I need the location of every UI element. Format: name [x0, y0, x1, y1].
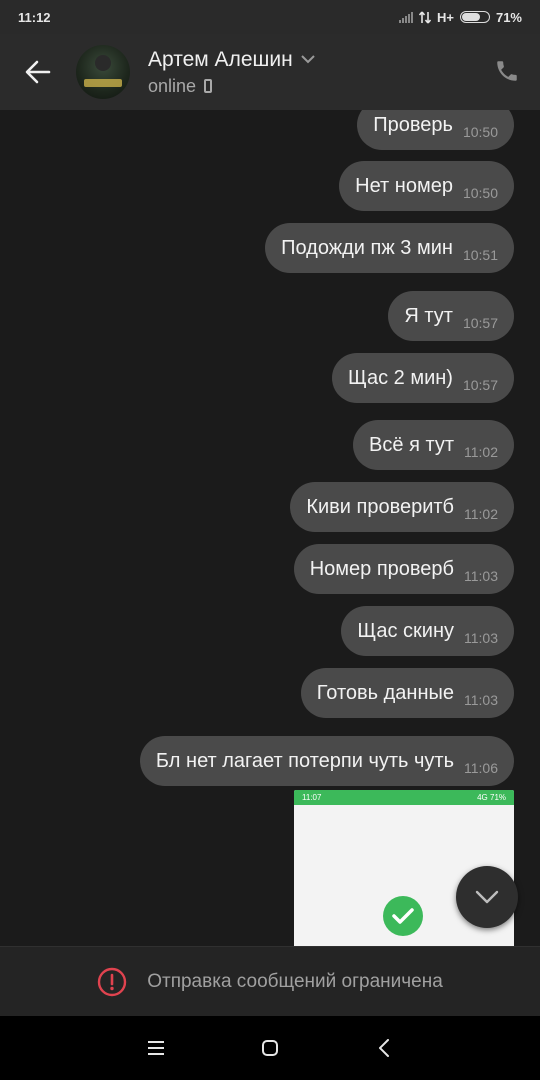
contact-info[interactable]: Артем Алешин online: [148, 48, 315, 97]
message-bubble[interactable]: Подожди пж 3 мин 10:51: [265, 223, 514, 273]
contact-status: online: [148, 76, 315, 97]
message-bubble[interactable]: Номер проверб 11:03: [293, 544, 514, 594]
status-bar: 11:12 H+ 71%: [0, 0, 540, 34]
message-bubble[interactable]: Всё я тут 11:02: [353, 420, 514, 470]
message-text: Щас 2 мин): [347, 366, 453, 389]
message-bubble[interactable]: Киви проверитб 11:02: [290, 482, 514, 532]
message-time: 10:51: [462, 247, 498, 263]
message-time: 10:57: [462, 377, 498, 393]
message-time: 10:57: [462, 315, 498, 331]
status-time: 11:12: [18, 9, 51, 25]
menu-icon: [148, 1041, 164, 1055]
message-bubble[interactable]: Готовь данные 11:03: [300, 668, 514, 718]
menu-button[interactable]: [144, 1036, 168, 1060]
message-bubble[interactable]: Я тут 10:57: [388, 291, 514, 341]
system-back-button[interactable]: [372, 1036, 396, 1060]
message-bubble[interactable]: Проверь 10:50: [357, 110, 514, 150]
system-navigation-bar: [0, 1016, 540, 1080]
screenshot-status-bar: 11:07 4G 71%: [294, 790, 514, 805]
chevron-down-icon: [300, 55, 315, 64]
message-time: 11:03: [464, 692, 498, 708]
signal-strength-icon: [398, 11, 413, 23]
network-type: H+: [436, 9, 454, 25]
message-list[interactable]: Проверь 10:50 Нет номер 10:50 Подожди пж…: [0, 110, 540, 946]
battery-percent: 71%: [495, 9, 522, 25]
message-text: Бл нет лагает потерпи чуть чуть: [155, 749, 454, 772]
exclamation-circle-icon: [98, 967, 127, 996]
home-button[interactable]: [258, 1036, 282, 1060]
message-time: 11:03: [464, 630, 498, 646]
battery-icon: [459, 11, 490, 23]
message-text: Нет номер: [355, 174, 453, 197]
message-text: Готовь данные: [316, 681, 454, 704]
message-time: 11:02: [464, 506, 498, 522]
message-time: 11:06: [464, 760, 498, 776]
message-time: 11:03: [464, 568, 498, 584]
message-text: Щас скину: [357, 619, 454, 642]
screenshot-time: 11:07: [302, 793, 322, 802]
screenshot-status: 4G 71%: [477, 793, 506, 802]
contact-name: Артем Алешин: [148, 48, 315, 72]
message-time: 10:50: [462, 185, 498, 201]
phone-icon[interactable]: [494, 58, 520, 84]
message-text: Киви проверитб: [306, 495, 454, 518]
messaging-restricted-bar: Отправка сообщений ограничена: [0, 946, 540, 1016]
message-text: Всё я тут: [369, 433, 454, 456]
message-text: Проверь: [373, 113, 453, 136]
checkmark-icon: [383, 896, 423, 936]
message-bubble[interactable]: Нет номер 10:50: [339, 161, 514, 211]
data-transfer-icon: [418, 10, 431, 24]
arrow-left-icon: [25, 60, 51, 84]
message-bubble[interactable]: Щас 2 мин) 10:57: [331, 353, 514, 403]
message-time: 11:02: [464, 444, 498, 460]
message-text: Я тут: [404, 304, 453, 327]
status-indicators: H+ 71%: [398, 9, 522, 25]
message-time: 10:50: [462, 124, 498, 140]
message-bubble[interactable]: Щас скину 11:03: [341, 606, 514, 656]
back-button[interactable]: [0, 34, 76, 110]
chevron-down-icon: [475, 890, 499, 904]
chat-header: Артем Алешин online: [0, 34, 540, 110]
avatar[interactable]: [76, 45, 130, 99]
square-icon: [262, 1040, 278, 1056]
scroll-to-bottom-button[interactable]: [456, 866, 518, 928]
contact-name-text: Артем Алешин: [148, 47, 293, 71]
mobile-device-icon: [204, 79, 213, 93]
chevron-left-icon: [379, 1039, 389, 1057]
message-text: Номер проверб: [309, 557, 454, 580]
message-bubble[interactable]: Бл нет лагает потерпи чуть чуть 11:06: [139, 736, 514, 786]
contact-status-text: online: [148, 75, 197, 96]
restriction-text: Отправка сообщений ограничена: [147, 970, 443, 992]
message-text: Подожди пж 3 мин: [281, 236, 453, 259]
